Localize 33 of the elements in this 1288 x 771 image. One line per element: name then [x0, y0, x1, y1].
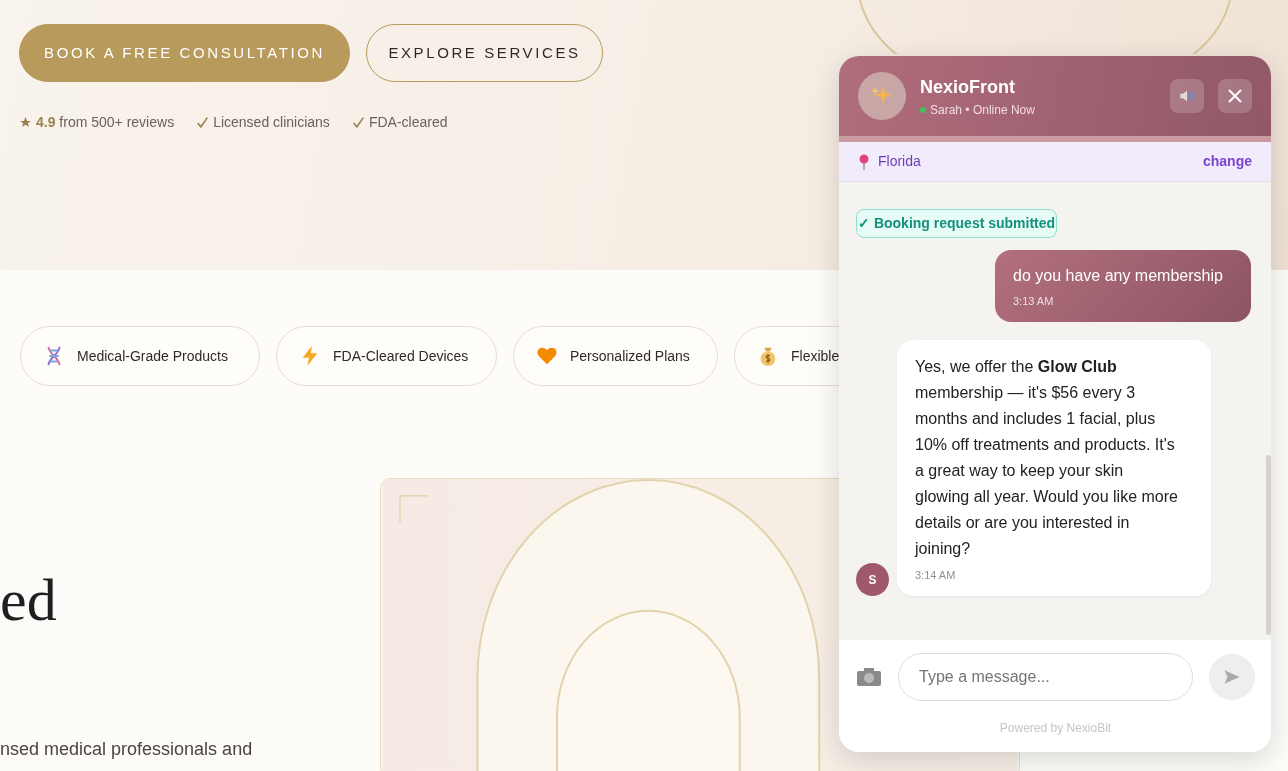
status-badge: ✓ Booking request submitted [856, 209, 1058, 238]
agent-avatar: S [856, 563, 889, 596]
rating-text: 4.9 from 500+ reviews [36, 113, 175, 132]
send-icon [1223, 668, 1241, 686]
location-text: Florida [878, 152, 922, 171]
star-icon [19, 116, 32, 129]
agent-status: Sarah • Online Now [930, 101, 1035, 119]
chat-title: NexioFront [920, 75, 1016, 99]
message-text: Yes, we offer the Glow Club membership — it's $56 every 3 months and includes 1 facial, plus 10% off treatments and products. It's a great way to keep your skin glowing all year. Would you like more details or are you interested in joining? [915, 357, 1179, 559]
pin-icon [858, 153, 870, 170]
camera-icon [856, 667, 882, 687]
close-button[interactable] [1218, 79, 1252, 113]
feature-label: Flexible [791, 346, 840, 366]
cta-button[interactable]: BOOK A FREE CONSULTATION [19, 24, 350, 82]
message-time: 3:14 AM [915, 568, 957, 582]
send-button[interactable] [1209, 654, 1255, 700]
sound-button[interactable] [1170, 79, 1204, 113]
message-time: 3:13 AM [1013, 294, 1055, 308]
heading-fragment: ed [0, 570, 57, 630]
paragraph-fragment: nsed medical professionals and [0, 738, 253, 760]
powered-by-text: Powered by NexioBit [998, 720, 1113, 737]
check-icon [196, 116, 210, 129]
feature-label: Personalized Plans [570, 346, 690, 366]
trust-text: FDA-cleared [368, 113, 448, 132]
change-link[interactable]: change [1203, 151, 1252, 172]
message-input[interactable]: Type a message... [898, 653, 1193, 701]
close-icon [1227, 88, 1243, 104]
trust-text: Licensed clinicians [213, 113, 330, 132]
feature-label: FDA-Cleared Devices [333, 346, 469, 366]
check-icon [351, 116, 365, 129]
message-text: do you have any membership [1013, 266, 1224, 286]
feature-label: Medical-Grade Products [77, 346, 228, 366]
heart-icon [536, 345, 558, 367]
